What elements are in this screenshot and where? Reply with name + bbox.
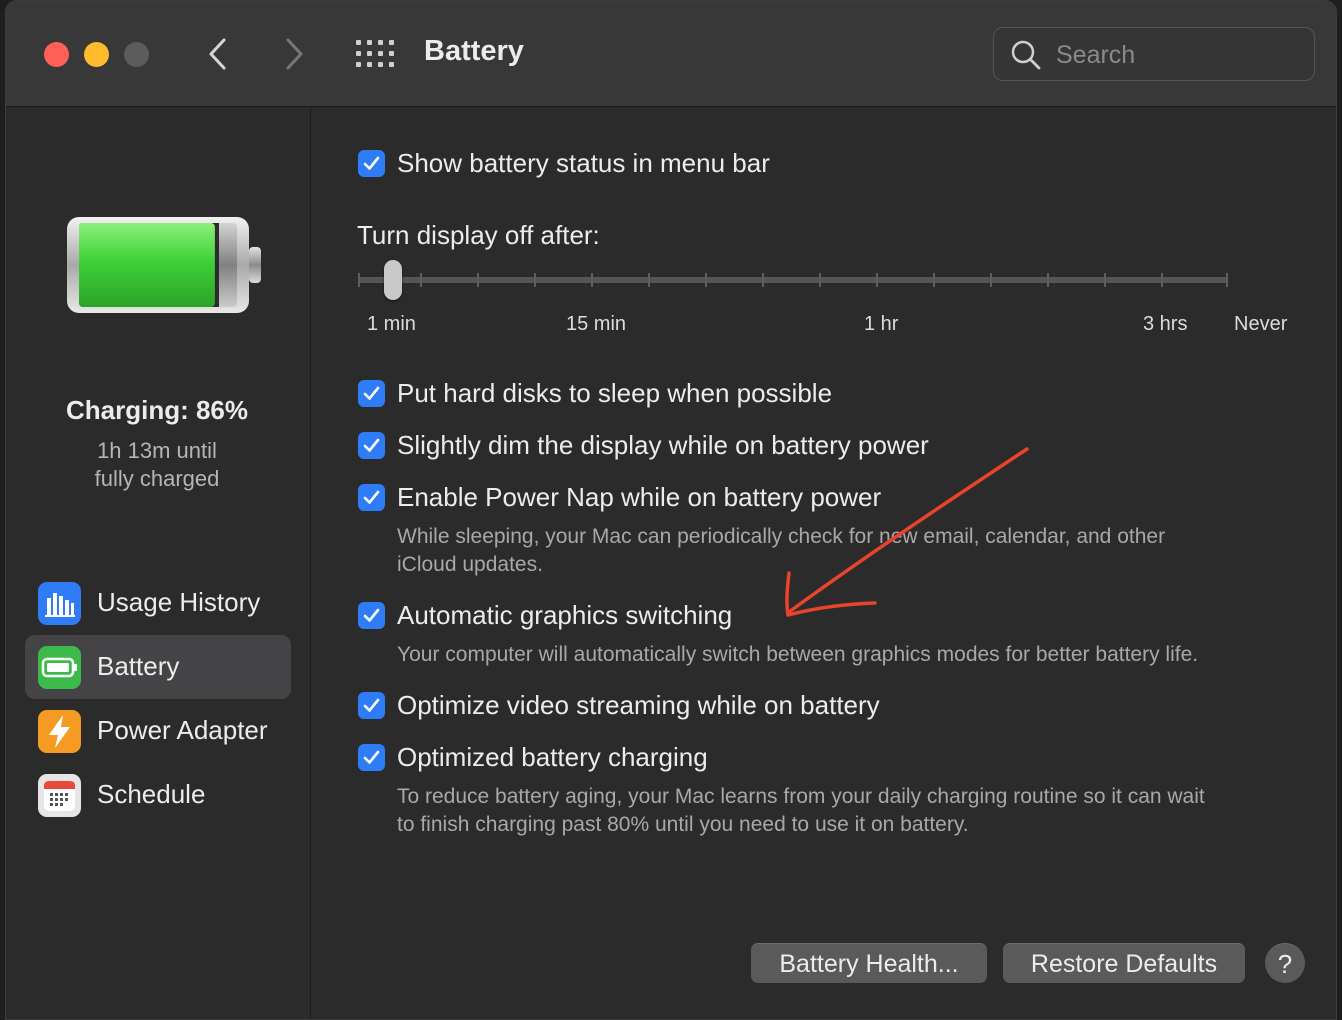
search-input[interactable] bbox=[1054, 38, 1298, 72]
sidebar-item-label: Schedule bbox=[97, 779, 206, 809]
sidebar-item-label: Power Adapter bbox=[97, 715, 268, 745]
slider-tick-label: 15 min bbox=[566, 313, 627, 335]
graphics-switching-description: Your computer will automatically switch … bbox=[397, 643, 1199, 666]
slider-tick-label: 1 hr bbox=[864, 313, 899, 335]
slider-tick-label: Never bbox=[1234, 313, 1288, 335]
slider-tick bbox=[420, 273, 422, 287]
sidebar-item-schedule[interactable]: Schedule bbox=[25, 763, 291, 827]
slider-tick bbox=[1047, 273, 1049, 287]
optimized-charging-description: To reduce battery aging, your Mac learns… bbox=[397, 785, 1205, 808]
slider-tick bbox=[1161, 273, 1163, 287]
show-all-grid-icon[interactable] bbox=[356, 40, 394, 70]
zoom-window-button[interactable] bbox=[124, 42, 149, 67]
lightning-icon bbox=[38, 710, 81, 753]
display-off-label: Turn display off after: bbox=[357, 220, 600, 250]
bar-chart-icon bbox=[38, 582, 81, 625]
hard-disk-sleep-label[interactable]: Put hard disks to sleep when possible bbox=[397, 378, 832, 409]
display-off-slider-track[interactable] bbox=[358, 277, 1228, 283]
title-bar: Battery bbox=[6, 1, 1336, 107]
charging-time-line1: 1h 13m until bbox=[97, 438, 217, 463]
show-battery-status-label[interactable]: Show battery status in menu bar bbox=[397, 148, 770, 179]
sidebar-item-label: Usage History bbox=[97, 587, 261, 617]
battery-charge-fill bbox=[79, 223, 215, 307]
video-streaming-checkbox[interactable] bbox=[358, 692, 385, 719]
slider-tick bbox=[1226, 273, 1228, 287]
system-preferences-window: Battery Search Charging: 86% 1h 13m unti… bbox=[5, 0, 1337, 1020]
slider-tick bbox=[477, 273, 479, 287]
dim-display-checkbox[interactable] bbox=[358, 432, 385, 459]
power-nap-description: iCloud updates. bbox=[397, 553, 543, 576]
calendar-icon bbox=[38, 774, 81, 817]
sidebar-item-usage-history[interactable]: Usage History bbox=[25, 571, 291, 635]
power-nap-description: While sleeping, your Mac can periodicall… bbox=[397, 525, 1166, 548]
search-icon bbox=[1011, 40, 1041, 70]
power-nap-label[interactable]: Enable Power Nap while on battery power bbox=[397, 482, 881, 513]
graphics-switching-label[interactable]: Automatic graphics switching bbox=[397, 600, 732, 631]
slider-tick bbox=[358, 273, 360, 287]
slider-tick bbox=[762, 273, 764, 287]
search-field[interactable] bbox=[993, 27, 1315, 81]
sidebar-item-battery[interactable]: Battery bbox=[25, 635, 291, 699]
slider-tick bbox=[705, 273, 707, 287]
battery-settings-pane: Show battery status in menu bar Turn dis… bbox=[312, 107, 1336, 1019]
slider-tick-label: 1 min bbox=[367, 313, 416, 335]
sidebar-item-label: Battery bbox=[97, 651, 180, 681]
slider-tick bbox=[933, 273, 935, 287]
display-off-slider-knob[interactable] bbox=[384, 260, 402, 300]
show-battery-status-checkbox[interactable] bbox=[358, 150, 385, 177]
optimized-charging-description: to finish charging past 80% until you ne… bbox=[397, 813, 969, 836]
forward-arrow-icon[interactable] bbox=[278, 37, 308, 71]
optimized-charging-label[interactable]: Optimized battery charging bbox=[397, 742, 708, 773]
graphics-switching-checkbox[interactable] bbox=[358, 602, 385, 629]
optimized-charging-checkbox[interactable] bbox=[358, 744, 385, 771]
restore-defaults-button[interactable]: Restore Defaults bbox=[1003, 943, 1245, 983]
minimize-window-button[interactable] bbox=[84, 42, 109, 67]
back-arrow-icon[interactable] bbox=[204, 37, 234, 71]
slider-tick bbox=[534, 273, 536, 287]
window-title: Battery bbox=[424, 35, 524, 67]
power-nap-checkbox[interactable] bbox=[358, 484, 385, 511]
battery-health-button[interactable]: Battery Health... bbox=[751, 943, 987, 983]
help-button[interactable]: ? bbox=[1265, 943, 1305, 983]
hard-disk-sleep-checkbox[interactable] bbox=[358, 380, 385, 407]
sidebar: Charging: 86% 1h 13m until fully charged… bbox=[6, 107, 311, 1019]
slider-tick-label: 3 hrs bbox=[1143, 313, 1188, 335]
slider-tick bbox=[819, 273, 821, 287]
close-window-button[interactable] bbox=[44, 42, 69, 67]
slider-tick bbox=[876, 273, 878, 287]
battery-icon bbox=[38, 646, 81, 689]
charging-time-line2: fully charged bbox=[94, 466, 220, 491]
sidebar-item-power-adapter[interactable]: Power Adapter bbox=[25, 699, 291, 763]
dim-display-label[interactable]: Slightly dim the display while on batter… bbox=[397, 430, 929, 461]
slider-tick bbox=[990, 273, 992, 287]
video-streaming-label[interactable]: Optimize video streaming while on batter… bbox=[397, 690, 880, 721]
charging-status-title: Charging: 86% bbox=[65, 395, 249, 425]
slider-tick bbox=[591, 273, 593, 287]
slider-tick bbox=[1104, 273, 1106, 287]
slider-tick bbox=[648, 273, 650, 287]
battery-large-icon bbox=[67, 217, 261, 313]
